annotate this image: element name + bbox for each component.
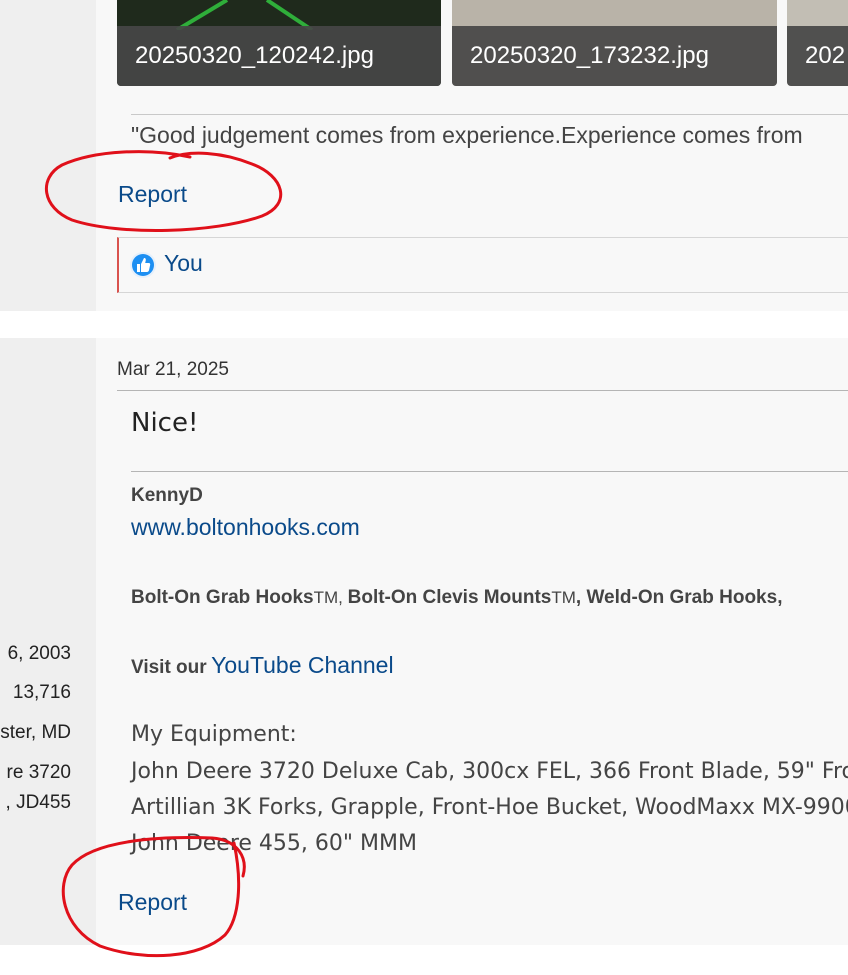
reactions-bar[interactable]: You xyxy=(117,237,848,293)
signature-products: Bolt-On Grab HooksTM, Bolt-On Clevis Mou… xyxy=(131,587,782,609)
signature-youtube-line: Visit our YouTube Channel xyxy=(131,652,394,679)
signature-quote: "Good judgement comes from experience.Ex… xyxy=(131,122,803,148)
attachment-filename: 20250320_120242.jpg xyxy=(117,26,441,86)
product-clevis-mounts: Bolt-On Clevis Mounts xyxy=(347,587,552,608)
equipment-line: Artillian 3K Forks, Grapple, Front-Hoe B… xyxy=(131,795,848,820)
user-tractor: re 3720 xyxy=(6,762,71,783)
youtube-channel-link[interactable]: YouTube Channel xyxy=(211,652,393,678)
equipment-line: John Deere 455, 60" MMM xyxy=(131,831,417,856)
signature-website-link[interactable]: www.boltonhooks.com xyxy=(131,514,360,541)
visit-prefix: Visit our xyxy=(131,657,207,678)
post-date[interactable]: Mar 21, 2025 xyxy=(117,359,229,381)
trademark-mark: TM xyxy=(313,588,339,607)
report-link[interactable]: Report xyxy=(118,889,187,916)
thumbs-up-icon xyxy=(129,251,157,279)
attachment-thumbnail[interactable]: 202 xyxy=(787,0,848,86)
user-tractor-2: , JD455 xyxy=(5,792,71,813)
product-weld-on-hooks: , Weld-On Grab Hooks, xyxy=(575,587,783,608)
post-message: Nice! xyxy=(131,408,199,438)
attachment-filename: 20250320_173232.jpg xyxy=(452,26,777,86)
user-location: ster, MD xyxy=(0,722,71,743)
post1-user-column xyxy=(0,0,96,311)
equipment-title: My Equipment: xyxy=(131,722,297,747)
product-grab-hooks: Bolt-On Grab Hooks xyxy=(131,587,314,608)
report-link[interactable]: Report xyxy=(118,181,187,208)
separator: , xyxy=(338,588,348,607)
equipment-line: John Deere 3720 Deluxe Cab, 300cx FEL, 3… xyxy=(131,759,848,784)
signature-divider xyxy=(131,114,848,115)
user-joined-date: 6, 2003 xyxy=(7,643,71,664)
post2-user-column xyxy=(0,338,96,945)
attachment-thumbnail[interactable]: 20250320_173232.jpg xyxy=(452,0,777,86)
reaction-user-link[interactable]: You xyxy=(164,250,203,277)
user-message-count: 13,716 xyxy=(12,682,71,703)
post-header-divider xyxy=(117,390,848,391)
signature-name: KennyD xyxy=(131,485,203,506)
attachment-filename: 202 xyxy=(787,26,848,86)
trademark-mark: TM xyxy=(551,588,576,607)
attachment-thumbnail[interactable]: 20250320_120242.jpg xyxy=(117,0,441,86)
signature-divider xyxy=(131,471,848,472)
